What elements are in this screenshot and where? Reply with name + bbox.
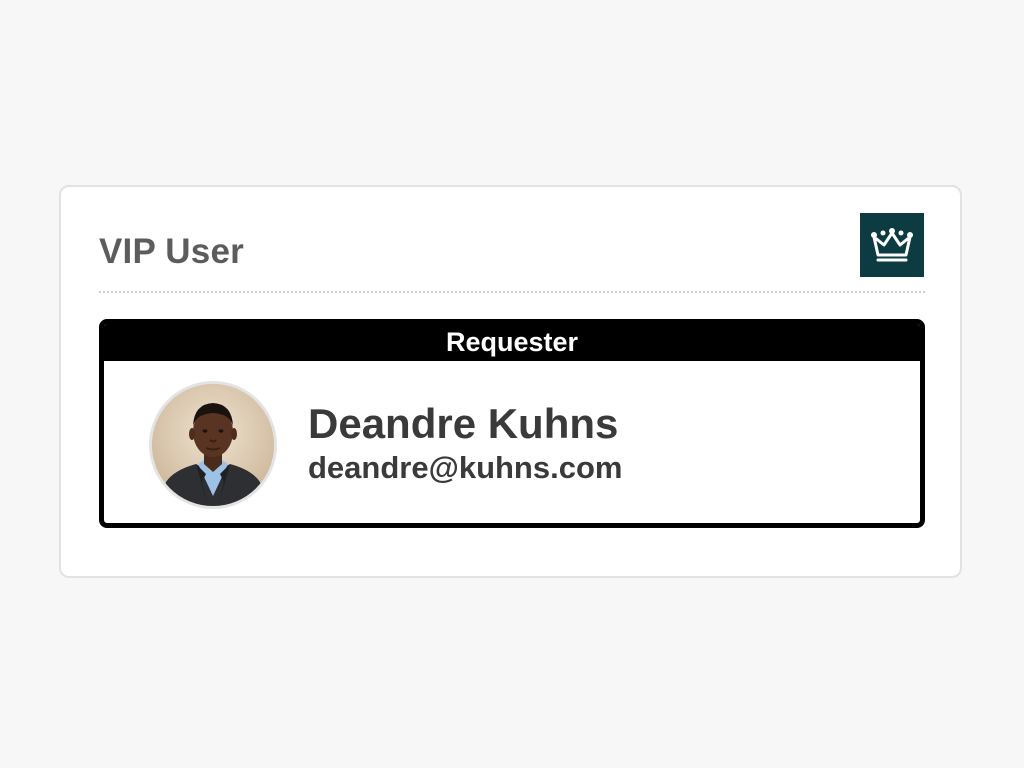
divider bbox=[99, 291, 925, 293]
requester-name: Deandre Kuhns bbox=[308, 400, 619, 447]
requester-header: Requester bbox=[104, 324, 920, 361]
crown-icon bbox=[869, 225, 915, 265]
avatar[interactable] bbox=[149, 381, 277, 509]
requester-panel: Requester Deandre Kuhns deandre@kuhns.co… bbox=[99, 319, 925, 528]
card-title: VIP User bbox=[99, 232, 244, 271]
vip-badge bbox=[860, 213, 924, 277]
requester-email[interactable]: deandre@kuhns.com bbox=[308, 450, 622, 486]
vip-user-card: VIP User Requester Deandre Kuhns deandre… bbox=[59, 185, 962, 578]
